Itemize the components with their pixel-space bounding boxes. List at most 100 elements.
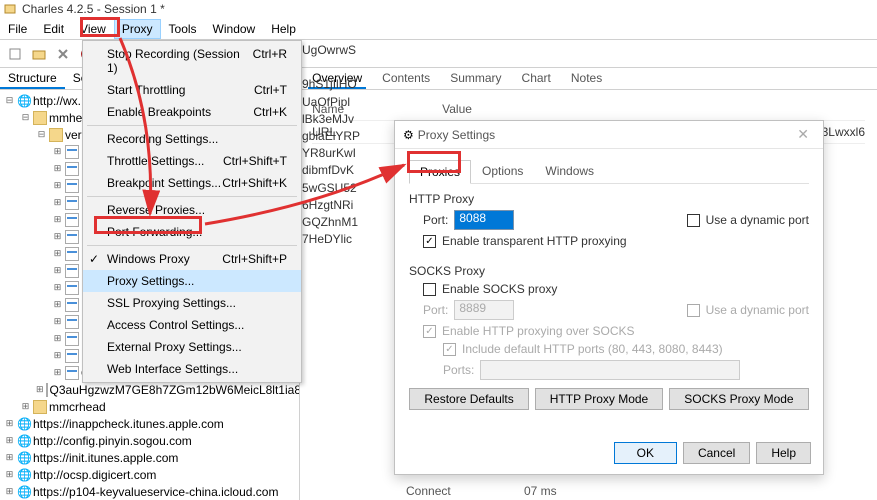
close-icon[interactable]: ✕ [791, 126, 815, 143]
file-icon [65, 145, 79, 159]
help-button[interactable]: Help [756, 442, 811, 464]
tree-item[interactable]: ⊞Q3auHgzwzM7GE8h7ZGm12bW6MeicL8lt1ia8CES… [0, 381, 299, 398]
tab-options[interactable]: Options [471, 159, 534, 183]
check-icon: ✓ [89, 252, 99, 266]
file-icon [65, 162, 79, 176]
http-proxy-mode-button[interactable]: HTTP Proxy Mode [535, 388, 663, 410]
transparent-checkbox[interactable]: ✓ [423, 235, 436, 248]
menu-label: Stop Recording (Session 1) [107, 47, 253, 75]
tree-host[interactable]: ⊞🌐https://p104-keyvalueservice-china.icl… [0, 483, 299, 500]
menu-label: Reverse Proxies... [107, 203, 205, 217]
toolbar-open-icon[interactable] [28, 43, 50, 65]
dialog-title-text: Proxy Settings [414, 128, 792, 142]
tab-structure[interactable]: Structure [0, 68, 65, 89]
tree-host[interactable]: ⊞🌐http://config.pinyin.sogou.com [0, 432, 299, 449]
menu-proxy[interactable]: Proxy [114, 19, 161, 39]
menu-window[interactable]: Window [205, 19, 264, 39]
globe-icon: 🌐 [17, 417, 31, 431]
tree-label: https://p104-keyvalueservice-china.iclou… [33, 485, 278, 499]
folder-icon [33, 111, 47, 125]
socks-port-label: Port: [423, 303, 448, 317]
menu-start-throttling[interactable]: Start ThrottlingCtrl+T [83, 79, 301, 101]
menu-ssl-proxying[interactable]: SSL Proxying Settings... [83, 292, 301, 314]
ok-button[interactable]: OK [614, 442, 677, 464]
tree-folder[interactable]: ⊞mmcrhead [0, 398, 299, 415]
tab-chart[interactable]: Chart [518, 68, 555, 89]
menu-label: Proxy Settings... [107, 274, 194, 288]
tree-label: mmcrhead [49, 400, 106, 414]
menu-file[interactable]: File [0, 19, 35, 39]
right-tabs: Overview Contents Summary Chart Notes [300, 68, 877, 90]
menu-access-control[interactable]: Access Control Settings... [83, 314, 301, 336]
proxy-menu[interactable]: Stop Recording (Session 1)Ctrl+R Start T… [82, 40, 302, 383]
menu-proxy-settings[interactable]: Proxy Settings... [83, 270, 301, 292]
menu-external-proxy[interactable]: External Proxy Settings... [83, 336, 301, 358]
tab-windows[interactable]: Windows [534, 159, 605, 183]
menu-windows-proxy[interactable]: ✓ Windows Proxy Ctrl+Shift+P [83, 248, 301, 270]
port-label: Port: [423, 213, 448, 227]
menu-separator [87, 245, 297, 246]
cancel-button[interactable]: Cancel [683, 442, 750, 464]
tree-host[interactable]: ⊞🌐http://ocsp.digicert.com [0, 466, 299, 483]
menu-label: Throttle Settings... [107, 154, 204, 168]
menu-label: External Proxy Settings... [107, 340, 242, 354]
file-icon [65, 264, 79, 278]
menu-label: Windows Proxy [107, 252, 190, 266]
tab-notes[interactable]: Notes [567, 68, 606, 89]
overview-connect-value: 07 ms [524, 484, 557, 498]
enable-socks-label: Enable SOCKS proxy [442, 282, 557, 296]
globe-icon: 🌐 [17, 485, 31, 499]
overview-connect-label: Connect [394, 484, 524, 498]
menu-enable-breakpoints[interactable]: Enable BreakpointsCtrl+K [83, 101, 301, 123]
tab-summary[interactable]: Summary [446, 68, 505, 89]
socks-proxy-mode-button[interactable]: SOCKS Proxy Mode [669, 388, 808, 410]
toolbar-close-icon[interactable] [52, 43, 74, 65]
menu-tools[interactable]: Tools [161, 19, 205, 39]
http-over-socks-label: Enable HTTP proxying over SOCKS [442, 324, 635, 338]
file-icon [65, 281, 79, 295]
tab-contents[interactable]: Contents [378, 68, 434, 89]
tree-label: https://inappcheck.itunes.apple.com [33, 417, 224, 431]
globe-icon: 🌐 [17, 94, 31, 108]
toolbar-new-icon[interactable] [4, 43, 26, 65]
socks-port-input: 8889 [454, 300, 514, 320]
shortcut: Ctrl+Shift+P [222, 252, 287, 266]
socks-proxy-label: SOCKS Proxy [409, 264, 809, 278]
menu-throttle-settings[interactable]: Throttle Settings... Ctrl+Shift+T [83, 150, 301, 172]
menu-web-interface[interactable]: Web Interface Settings... [83, 358, 301, 380]
file-icon [65, 315, 79, 329]
default-ports-checkbox: ✓ [443, 343, 456, 356]
menu-stop-recording[interactable]: Stop Recording (Session 1)Ctrl+R [83, 43, 301, 79]
file-icon [65, 349, 79, 363]
menu-help[interactable]: Help [263, 19, 304, 39]
file-icon [65, 298, 79, 312]
proxy-settings-dialog: ⚙ Proxy Settings ✕ Proxies Options Windo… [394, 120, 824, 475]
app-icon [4, 3, 16, 15]
annotation-box [407, 151, 461, 173]
shortcut: Ctrl+Shift+T [223, 154, 287, 168]
annotation-box [94, 216, 202, 234]
http-port-input[interactable]: 8088 [454, 210, 514, 230]
ports-label: Ports: [443, 363, 474, 377]
tree-host[interactable]: ⊞🌐https://inappcheck.itunes.apple.com [0, 415, 299, 432]
menu-label: Breakpoint Settings... [107, 176, 221, 190]
window-titlebar: Charles 4.2.5 - Session 1 * [0, 0, 877, 18]
folder-icon [33, 400, 47, 414]
menu-label: Enable Breakpoints [107, 105, 211, 119]
file-icon [65, 366, 79, 380]
transparent-label: Enable transparent HTTP proxying [442, 234, 627, 248]
menu-edit[interactable]: Edit [35, 19, 72, 39]
shortcut: Ctrl+R [253, 47, 287, 75]
file-icon [65, 230, 79, 244]
menu-breakpoint-settings[interactable]: Breakpoint Settings...Ctrl+Shift+K [83, 172, 301, 194]
tree-host[interactable]: ⊞🌐https://init.itunes.apple.com [0, 449, 299, 466]
dynamic-port-checkbox[interactable] [687, 214, 700, 227]
menu-recording-settings[interactable]: Recording Settings... [83, 128, 301, 150]
menu-label: SSL Proxying Settings... [107, 296, 236, 310]
shortcut: Ctrl+T [254, 83, 287, 97]
dialog-icon: ⚙ [403, 128, 414, 142]
restore-defaults-button[interactable]: Restore Defaults [409, 388, 528, 410]
menubar[interactable]: File Edit View Proxy Tools Window Help [0, 18, 877, 40]
dialog-titlebar[interactable]: ⚙ Proxy Settings ✕ [395, 121, 823, 149]
enable-socks-checkbox[interactable] [423, 283, 436, 296]
